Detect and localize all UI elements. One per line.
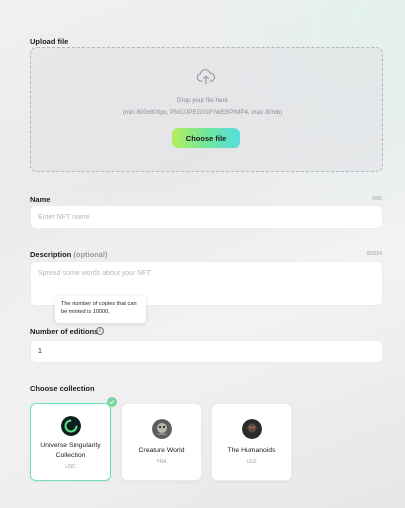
- description-char-counter: 0/1024: [366, 251, 382, 257]
- editions-tooltip: The number of copies that can be minted …: [55, 296, 146, 323]
- file-requirements: (min 800x800px, PNG/JPEG/GIF/WEBP/MP4, m…: [122, 109, 283, 116]
- collection-avatar-usc: [60, 416, 81, 436]
- description-label: Description (optional): [30, 250, 108, 259]
- collection-symbol: YRA: [156, 459, 167, 465]
- collection-avatar-leo: [241, 419, 262, 439]
- collection-name: Creature World: [138, 447, 185, 454]
- collection-symbol: LEO: [246, 459, 257, 465]
- choose-file-button[interactable]: Choose file: [172, 128, 240, 148]
- collection-card-usc[interactable]: Universe Singularity Collection USC: [30, 403, 111, 481]
- info-icon[interactable]: i: [96, 327, 104, 335]
- collection-card-leo[interactable]: The Humanoids LEO: [211, 403, 292, 481]
- name-char-counter: 0/60: [372, 196, 382, 202]
- create-nft-form: Upload file Drop your file here (min 800…: [0, 0, 405, 508]
- cloud-upload-icon: [196, 69, 216, 85]
- drop-instructions: Drop your file here: [177, 97, 228, 104]
- collection-name: Universe Singularity Collection: [40, 442, 101, 459]
- collection-name: The Humanoids: [227, 447, 276, 454]
- editions-input[interactable]: [30, 340, 383, 363]
- collection-avatar-yra: [151, 419, 172, 439]
- upload-label: Upload file: [30, 37, 69, 46]
- description-label-text: Description: [30, 250, 72, 259]
- name-label: Name: [30, 195, 51, 204]
- editions-label: Number of editions: [30, 327, 99, 336]
- optional-tag: (optional): [73, 250, 108, 259]
- check-icon: [107, 397, 117, 407]
- collection-card-yra[interactable]: Creature World YRA: [121, 403, 202, 481]
- name-input[interactable]: [30, 205, 383, 229]
- collection-label: Choose collection: [30, 384, 95, 393]
- collection-symbol: USC: [65, 464, 76, 470]
